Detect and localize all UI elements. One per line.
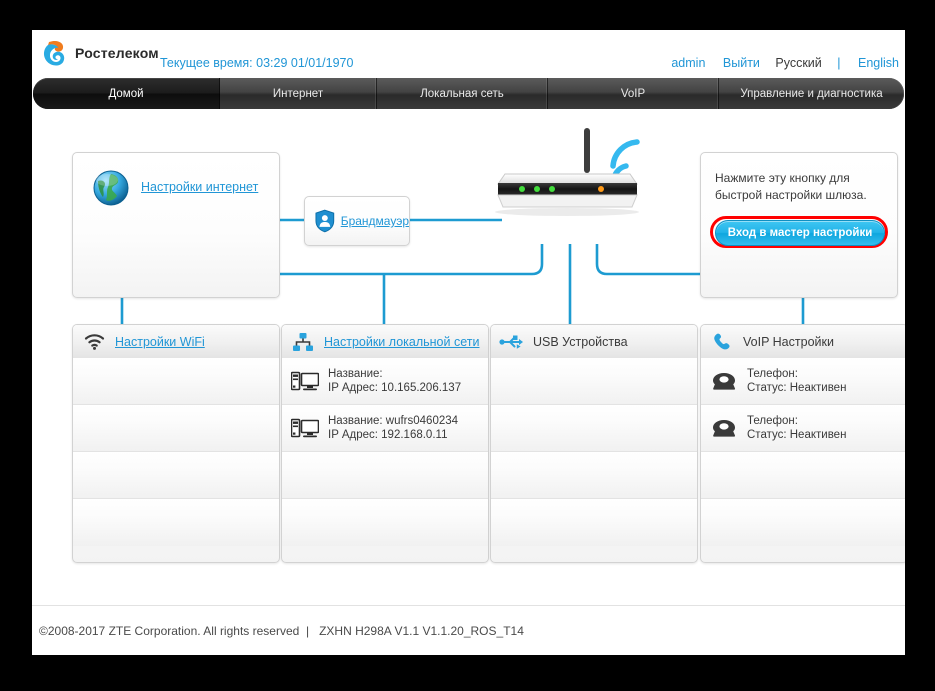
tab-local-network[interactable]: Локальная сеть bbox=[377, 78, 548, 109]
lang-ru-link[interactable]: Русский bbox=[775, 56, 821, 70]
lang-separator: | bbox=[837, 56, 841, 70]
wizard-button-wrapper: Вход в мастер настройки bbox=[710, 216, 888, 248]
internet-settings-card[interactable]: Настройки интернет bbox=[72, 152, 280, 298]
list-item bbox=[282, 499, 488, 546]
list-item bbox=[73, 499, 279, 546]
lan-device-ip: IP Адрес: 10.165.206.137 bbox=[328, 382, 462, 394]
wifi-panel-header[interactable]: Настройки WiFi bbox=[73, 325, 279, 359]
voip-panel-header: VoIP Настройки bbox=[701, 325, 905, 359]
lang-en-link[interactable]: English bbox=[858, 56, 899, 70]
account-username[interactable]: admin bbox=[671, 56, 705, 70]
rostelecom-logo-icon bbox=[43, 40, 65, 66]
telephone-icon bbox=[701, 418, 747, 439]
voip-line-status: Статус: Неактивен bbox=[747, 429, 847, 441]
list-item bbox=[282, 452, 488, 499]
internet-settings-link[interactable]: Настройки интернет bbox=[141, 180, 258, 194]
voip-line-label: Телефон: bbox=[747, 367, 798, 380]
voip-settings-label: VoIP Настройки bbox=[743, 334, 834, 349]
list-item: Телефон: Статус: Неактивен bbox=[701, 358, 905, 405]
globe-icon bbox=[93, 170, 129, 206]
firewall-card[interactable]: Брандмауэр bbox=[304, 196, 410, 246]
lan-device-name: Название: wufrs0460234 bbox=[328, 414, 459, 427]
voip-panel-rows: Телефон: Статус: Неактивен Телефон: Стат… bbox=[701, 358, 905, 562]
logout-link[interactable]: Выйти bbox=[723, 56, 760, 70]
list-item bbox=[73, 358, 279, 405]
wifi-settings-panel: Настройки WiFi bbox=[72, 324, 280, 563]
voip-line-info: Телефон: Статус: Неактивен bbox=[747, 367, 846, 396]
list-item bbox=[491, 358, 697, 405]
list-item bbox=[73, 452, 279, 499]
wifi-waves-icon bbox=[610, 139, 640, 181]
voip-settings-panel: VoIP Настройки Телефон: Статус: Неактиве… bbox=[700, 324, 905, 563]
usb-panel-rows bbox=[491, 358, 697, 562]
wifi-panel-rows bbox=[73, 358, 279, 562]
current-time: Текущее время: 03:29 01/01/1970 bbox=[160, 56, 354, 70]
tab-internet[interactable]: Интернет bbox=[220, 78, 377, 109]
list-item bbox=[491, 405, 697, 452]
lan-device-ip: IP Адрес: 192.168.0.11 bbox=[328, 429, 448, 441]
brand-name: Ростелеком bbox=[75, 45, 159, 61]
tab-home[interactable]: Домой bbox=[33, 78, 220, 109]
enter-setup-wizard-button[interactable]: Вход в мастер настройки bbox=[715, 220, 885, 246]
list-item bbox=[701, 452, 905, 499]
usb-panel-header: USB Устройства bbox=[491, 325, 697, 359]
computer-icon bbox=[282, 371, 328, 392]
voip-line-label: Телефон: bbox=[747, 414, 798, 427]
lan-settings-link[interactable]: Настройки локальной сети bbox=[324, 335, 479, 349]
phone-handset-icon bbox=[701, 332, 743, 352]
page-footer: ©2008-2017 ZTE Corporation. All rights r… bbox=[32, 605, 905, 655]
wizard-instruction-text: Нажмите эту кнопку для быстрой настройки… bbox=[715, 171, 867, 202]
wifi-icon bbox=[73, 333, 115, 350]
telephone-icon bbox=[701, 371, 747, 392]
topology-canvas: Настройки интернет Брандмауэр Нажмите эт… bbox=[32, 112, 905, 605]
list-item bbox=[491, 452, 697, 499]
usb-devices-panel: USB Устройства bbox=[490, 324, 698, 563]
lan-icon bbox=[282, 332, 324, 352]
lan-settings-panel: Настройки локальной сети Название: IP Ад… bbox=[281, 324, 489, 563]
voip-line-status: Статус: Неактивен bbox=[747, 382, 847, 394]
tab-voip[interactable]: VoIP bbox=[548, 78, 719, 109]
router-admin-page: Ростелеком Текущее время: 03:29 01/01/19… bbox=[32, 30, 905, 655]
lan-panel-header[interactable]: Настройки локальной сети bbox=[282, 325, 488, 359]
voip-line-info: Телефон: Статус: Неактивен bbox=[747, 414, 846, 443]
list-item: Название: IP Адрес: 10.165.206.137 bbox=[282, 358, 488, 405]
list-item bbox=[701, 499, 905, 546]
lan-device-info: Название: IP Адрес: 10.165.206.137 bbox=[328, 367, 461, 396]
usb-icon bbox=[491, 334, 533, 350]
list-item: Название: wufrs0460234 IP Адрес: 192.168… bbox=[282, 405, 488, 452]
lan-device-name: Название: bbox=[328, 367, 383, 380]
list-item bbox=[73, 405, 279, 452]
list-item: Телефон: Статус: Неактивен bbox=[701, 405, 905, 452]
lan-device-info: Название: wufrs0460234 IP Адрес: 192.168… bbox=[328, 414, 458, 443]
tab-management-diagnostics[interactable]: Управление и диагностика bbox=[719, 78, 904, 109]
shield-user-icon bbox=[315, 209, 335, 233]
wifi-settings-link[interactable]: Настройки WiFi bbox=[115, 335, 205, 349]
header-account-bar: admin Выйти Русский | English bbox=[657, 56, 899, 70]
footer-copyright: ©2008-2017 ZTE Corporation. All rights r… bbox=[39, 624, 524, 638]
list-item bbox=[491, 499, 697, 546]
lan-panel-rows: Название: IP Адрес: 10.165.206.137 Назва… bbox=[282, 358, 488, 562]
main-navigation: Домой Интернет Локальная сеть VoIP Управ… bbox=[33, 78, 904, 109]
setup-wizard-card: Нажмите эту кнопку для быстрой настройки… bbox=[700, 152, 898, 298]
computer-icon bbox=[282, 418, 328, 439]
usb-devices-label: USB Устройства bbox=[533, 334, 628, 349]
page-header: Ростелеком Текущее время: 03:29 01/01/19… bbox=[32, 30, 905, 78]
firewall-link[interactable]: Брандмауэр bbox=[341, 214, 409, 228]
router-icon bbox=[495, 128, 640, 216]
